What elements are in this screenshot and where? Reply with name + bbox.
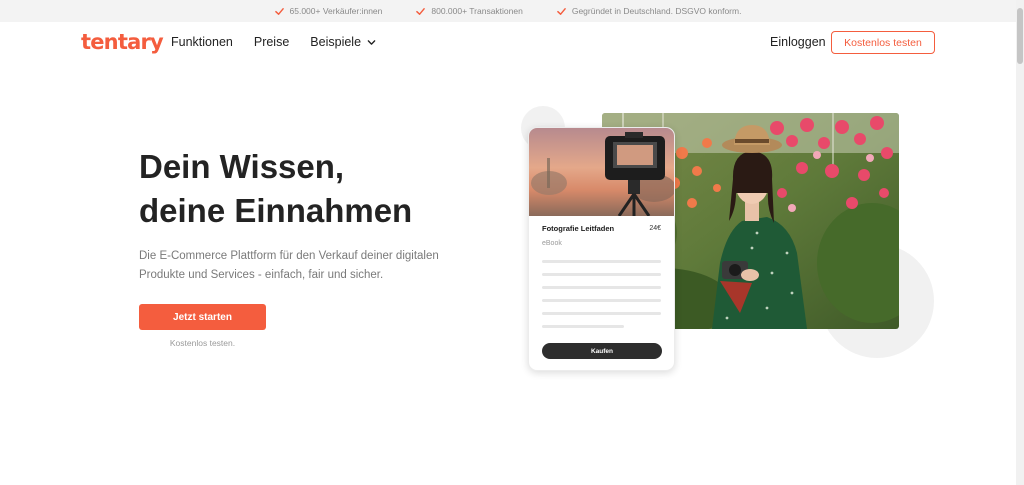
hero-title-line-2: deine Einnahmen	[139, 192, 413, 229]
trust-item-label: 65.000+ Verkäufer:innen	[289, 6, 383, 16]
trust-bar: 65.000+ Verkäufer:innen 800.000+ Transak…	[0, 0, 1016, 22]
cta-note: Kostenlos testen.	[169, 338, 236, 348]
trust-item-label: 800.000+ Transaktionen	[431, 6, 523, 16]
placeholder-line	[542, 273, 661, 276]
placeholder-line	[542, 260, 661, 263]
hero-title: Dein Wissen, deine Einnahmen	[139, 145, 412, 233]
product-price: 24€	[649, 225, 661, 232]
nav-link-label: Funktionen	[171, 35, 233, 49]
hero-subtitle: Die E-Commerce Plattform für den Verkauf…	[139, 250, 439, 281]
nav-link-label: Preise	[253, 35, 290, 49]
trust-item-label: Gegründet in Deutschland. DSGVO konform.	[571, 6, 742, 16]
free-trial-button[interactable]: Kostenlos testen	[831, 31, 935, 54]
check-icon	[416, 7, 426, 15]
trust-item-sellers: 65.000+ Verkäufer:innen	[274, 6, 383, 16]
product-title: Fotografie Leitfaden	[542, 224, 615, 233]
nav-link-beispiele[interactable]: Beispiele	[310, 35, 376, 49]
nav-links: Funktionen Preise Beispiele	[171, 35, 376, 49]
camera-product-image	[529, 128, 674, 216]
buy-button[interactable]: Kaufen	[542, 343, 662, 359]
nav-link-preise[interactable]: Preise	[254, 35, 289, 49]
product-card[interactable]: Fotografie Leitfaden 24€ eBook Kaufen	[528, 127, 675, 371]
main-nav: tentary Funktionen Preise Beispiele Einl…	[0, 22, 1016, 64]
placeholder-line	[542, 299, 661, 302]
check-icon	[557, 7, 566, 15]
chevron-down-icon	[367, 39, 376, 45]
trust-item-founded: Gegründet in Deutschland. DSGVO konform.	[557, 6, 742, 16]
tentary-logo[interactable]: tentary	[81, 30, 164, 54]
check-icon	[274, 7, 284, 15]
get-started-button[interactable]: Jetzt starten	[139, 304, 266, 330]
nav-link-funktionen[interactable]: Funktionen	[171, 35, 233, 49]
scrollbar-thumb[interactable]	[1017, 8, 1023, 64]
nav-link-label: Beispiele	[310, 35, 362, 49]
placeholder-line	[542, 286, 661, 289]
placeholder-line	[542, 312, 661, 315]
product-type: eBook	[542, 240, 562, 247]
hero-title-line-1: Dein Wissen,	[139, 148, 345, 185]
login-link[interactable]: Einloggen	[770, 35, 826, 49]
page-scrollbar[interactable]	[1016, 0, 1024, 485]
trust-item-transactions: 800.000+ Transaktionen	[416, 6, 523, 16]
placeholder-line	[542, 325, 624, 328]
